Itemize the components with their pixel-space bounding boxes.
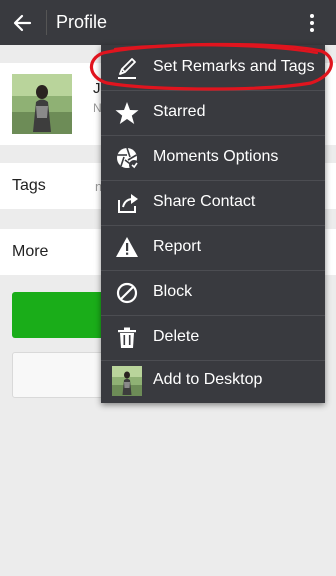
menu-item-report[interactable]: Report (101, 225, 325, 270)
tags-label: Tags (12, 177, 46, 194)
page-title: Profile (56, 12, 108, 32)
avatar[interactable] (12, 74, 72, 134)
menu-item-label: Share Contact (153, 193, 256, 210)
menu-item-set-remarks-and-tags[interactable]: Set Remarks and Tags (101, 45, 325, 90)
title-bar: Profile (0, 0, 336, 45)
avatar-photo (12, 74, 72, 134)
block-icon (116, 282, 138, 304)
title-divider (46, 10, 47, 35)
menu-item-label: Delete (153, 328, 200, 345)
star-icon (115, 102, 139, 124)
overflow-menu: Set Remarks and Tags Starred Moments Opt… (101, 45, 325, 403)
menu-item-add-to-desktop[interactable]: Add to Desktop (101, 358, 325, 403)
menu-item-share-contact[interactable]: Share Contact (101, 180, 325, 225)
moments-shutter-icon (117, 147, 139, 170)
menu-item-label: Moments Options (153, 148, 279, 165)
more-options-button[interactable] (298, 8, 326, 38)
menu-item-label: Set Remarks and Tags (153, 58, 315, 75)
back-button[interactable] (8, 8, 38, 38)
menu-item-label: Block (153, 283, 193, 300)
more-label: More (12, 243, 49, 260)
back-arrow-icon (13, 14, 32, 32)
menu-item-label: Starred (153, 103, 206, 120)
contact-name: J (93, 80, 101, 97)
trash-icon (118, 327, 136, 348)
menu-item-delete[interactable]: Delete (101, 315, 325, 360)
menu-item-label: Add to Desktop (153, 371, 263, 388)
menu-item-starred[interactable]: Starred (101, 90, 325, 135)
vertical-dots-icon (310, 14, 314, 32)
share-icon (118, 194, 138, 213)
warning-icon (116, 237, 138, 257)
menu-item-label: Report (153, 238, 202, 255)
menu-item-block[interactable]: Block (101, 270, 325, 315)
menu-item-moments-options[interactable]: Moments Options (101, 135, 325, 180)
pencil-icon (118, 58, 136, 79)
avatar-thumbnail (112, 366, 142, 396)
